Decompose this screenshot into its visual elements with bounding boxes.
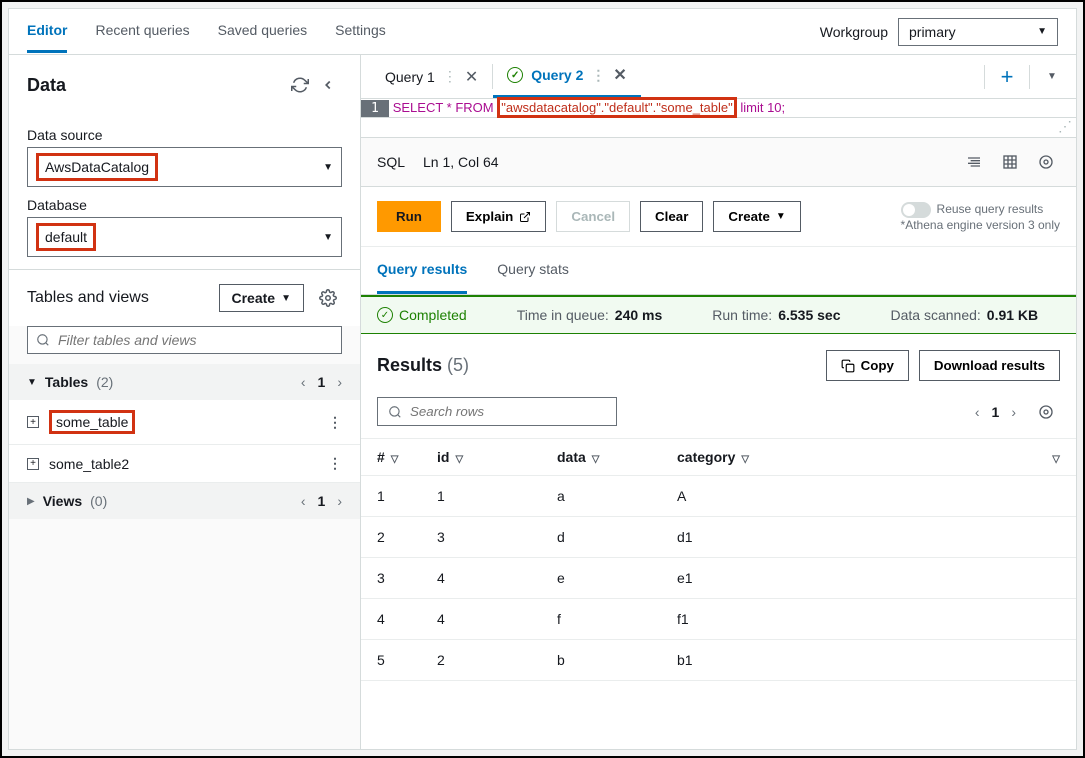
tab-editor[interactable]: Editor: [27, 10, 67, 53]
column-header[interactable]: ▽: [949, 439, 1076, 476]
tab-saved-queries[interactable]: Saved queries: [218, 10, 308, 53]
reuse-label: Reuse query results: [937, 202, 1044, 216]
database-value: default: [36, 223, 96, 251]
chevron-down-icon: ▼: [1037, 26, 1047, 37]
tab-recent-queries[interactable]: Recent queries: [95, 10, 189, 53]
chevron-down-icon: ▼: [323, 162, 333, 173]
chevron-right-icon: ▶: [27, 496, 35, 507]
external-link-icon: [519, 211, 531, 223]
kebab-icon[interactable]: ⋮: [328, 414, 342, 431]
column-header[interactable]: #▽: [361, 439, 421, 476]
next-icon[interactable]: ›: [1011, 404, 1016, 420]
filter-input[interactable]: [27, 326, 342, 354]
table-row[interactable]: 11aA: [361, 476, 1076, 517]
cancel-button: Cancel: [556, 201, 630, 232]
expand-icon[interactable]: +: [27, 416, 39, 428]
grid-icon[interactable]: [996, 148, 1024, 176]
reuse-note: *Athena engine version 3 only: [901, 218, 1060, 232]
column-header[interactable]: category▽: [661, 439, 949, 476]
tables-header[interactable]: ▼ Tables (2) ‹ 1 ›: [9, 364, 360, 400]
chevron-down-icon[interactable]: ▼: [1038, 63, 1066, 91]
cursor-pos: Ln 1, Col 64: [423, 154, 499, 170]
table-row[interactable]: 52bb1: [361, 640, 1076, 681]
sidebar-title: Data: [27, 75, 66, 96]
results-count: (5): [447, 355, 469, 375]
table-name: some_table: [49, 410, 135, 434]
table-row[interactable]: 34ee1: [361, 558, 1076, 599]
table-row[interactable]: + some_table2 ⋮: [9, 445, 360, 483]
chevron-down-icon: ▼: [323, 232, 333, 243]
table-row[interactable]: 44ff1: [361, 599, 1076, 640]
tab-query-results[interactable]: Query results: [377, 247, 467, 294]
download-button[interactable]: Download results: [919, 350, 1060, 381]
copy-button[interactable]: Copy: [826, 350, 909, 381]
copy-icon: [841, 359, 855, 373]
query-tab-1[interactable]: Query 1 ⋮ ✕: [371, 55, 492, 98]
top-nav: Editor Recent queries Saved queries Sett…: [9, 9, 1076, 55]
expand-icon[interactable]: +: [27, 458, 39, 470]
table-row[interactable]: + some_table ⋮: [9, 400, 360, 445]
gear-icon[interactable]: [1032, 148, 1060, 176]
clear-button[interactable]: Clear: [640, 201, 703, 232]
table-row[interactable]: 23dd1: [361, 517, 1076, 558]
close-icon[interactable]: ✕: [613, 65, 626, 85]
column-header[interactable]: data▽: [541, 439, 661, 476]
resize-handle[interactable]: ⋰: [361, 118, 1076, 138]
status-banner: ✓Completed Time in queue:240 ms Run time…: [361, 295, 1076, 334]
run-button[interactable]: Run: [377, 201, 441, 232]
search-icon: [36, 333, 50, 347]
column-header[interactable]: id▽: [421, 439, 541, 476]
chevron-down-icon: ▼: [281, 293, 291, 304]
check-icon: ✓: [507, 67, 523, 83]
reuse-toggle[interactable]: [901, 202, 931, 218]
code-editor[interactable]: 1 SELECT * FROM "awsdatacatalog"."defaul…: [361, 99, 1076, 118]
workgroup-value: primary: [909, 24, 956, 40]
prev-icon[interactable]: ‹: [975, 404, 980, 420]
check-icon: ✓: [377, 307, 393, 323]
next-icon[interactable]: ›: [337, 493, 342, 509]
add-query-icon[interactable]: +: [993, 63, 1021, 91]
results-title: Results: [377, 355, 442, 375]
line-number: 1: [361, 100, 389, 117]
next-icon[interactable]: ›: [337, 374, 342, 390]
search-icon: [388, 405, 402, 419]
results-table: #▽id▽data▽category▽▽ 11aA23dd134ee144ff1…: [361, 438, 1076, 681]
database-label: Database: [27, 197, 342, 213]
refresh-icon[interactable]: [286, 71, 314, 99]
kebab-icon[interactable]: ⋮: [328, 455, 342, 472]
prev-icon[interactable]: ‹: [301, 374, 306, 390]
tables-views-title: Tables and views: [27, 289, 149, 307]
explain-button[interactable]: Explain: [451, 201, 546, 232]
format-icon[interactable]: [960, 148, 988, 176]
tab-settings[interactable]: Settings: [335, 10, 386, 53]
editor-status: SQL Ln 1, Col 64: [361, 138, 1076, 187]
gear-icon[interactable]: [314, 284, 342, 312]
tab-query-stats[interactable]: Query stats: [497, 247, 569, 294]
workgroup-select[interactable]: primary ▼: [898, 18, 1058, 46]
datasource-label: Data source: [27, 127, 342, 143]
create-query-button[interactable]: Create▼: [713, 201, 800, 232]
data-sidebar: Data Data source AwsDataCatalog ▼ Databa…: [9, 55, 361, 749]
views-header[interactable]: ▶ Views (0) ‹ 1 ›: [9, 483, 360, 519]
query-tabs: Query 1 ⋮ ✕ ✓ Query 2 ⋮ ✕ + ▼: [361, 55, 1076, 99]
action-bar: Run Explain Cancel Clear Create▼ Reuse q…: [361, 187, 1076, 247]
datasource-value: AwsDataCatalog: [36, 153, 158, 181]
chevron-down-icon: ▼: [27, 377, 37, 388]
kebab-icon[interactable]: ⋮: [591, 67, 605, 84]
kebab-icon[interactable]: ⋮: [443, 68, 457, 85]
datasource-select[interactable]: AwsDataCatalog ▼: [27, 147, 342, 187]
search-rows-input[interactable]: [377, 397, 617, 426]
collapse-icon[interactable]: [314, 71, 342, 99]
close-icon[interactable]: ✕: [465, 67, 478, 87]
lang-label: SQL: [377, 154, 405, 170]
database-select[interactable]: default ▼: [27, 217, 342, 257]
table-name: some_table2: [49, 456, 318, 472]
workgroup-label: Workgroup: [820, 24, 888, 40]
prev-icon[interactable]: ‹: [301, 493, 306, 509]
gear-icon[interactable]: [1032, 398, 1060, 426]
query-tab-2[interactable]: ✓ Query 2 ⋮ ✕: [493, 55, 641, 98]
create-button[interactable]: Create ▼: [219, 284, 305, 312]
